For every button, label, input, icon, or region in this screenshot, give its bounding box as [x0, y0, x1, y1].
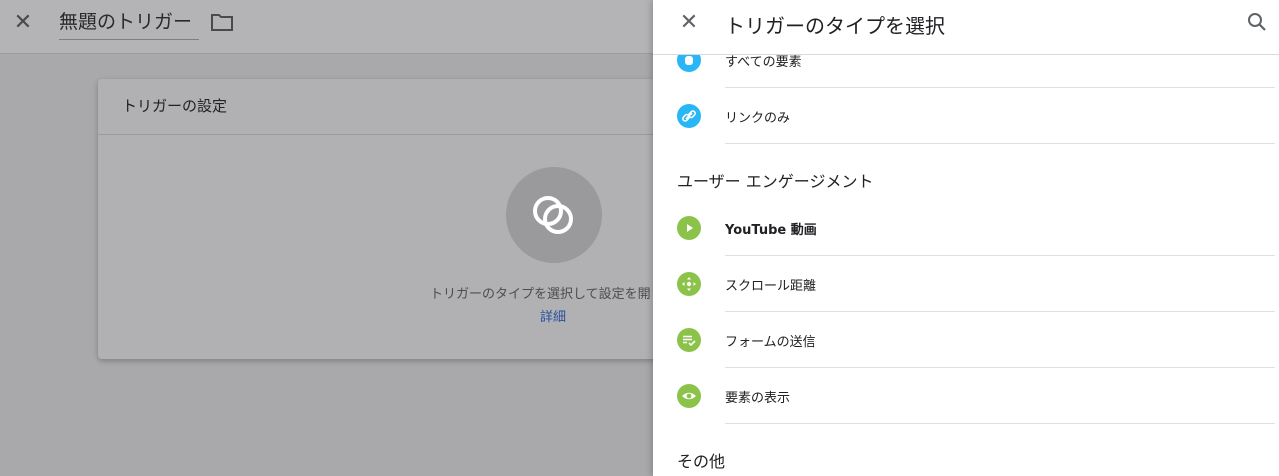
search-icon[interactable] [1246, 11, 1268, 33]
panel-header: ✕ トリガーのタイプを選択 [653, 0, 1279, 55]
trigger-type-panel: すべての要素 リンクのみ ユーザー エンゲージメント YouTube 動画 スク… [653, 0, 1279, 476]
close-icon[interactable]: ✕ [675, 9, 703, 37]
learn-more-link[interactable]: 詳細 [540, 306, 566, 325]
section-heading-other: その他 [677, 452, 726, 471]
move-icon [677, 272, 701, 296]
list-item-links-only[interactable]: リンクのみ [653, 88, 1275, 144]
list-item-label: 要素の表示 [725, 391, 791, 406]
card-title: トリガーの設定 [122, 97, 228, 115]
card-description: トリガーのタイプを選択して設定を開 [430, 287, 651, 302]
divider [725, 423, 1275, 424]
play-icon [677, 216, 701, 240]
section-heading-engagement: ユーザー エンゲージメント [677, 172, 874, 191]
gtm-trigger-editor: ✕ 無題のトリガー トリガーの設定 トリガーのタイプを選択して設定を開 詳細 す… [0, 0, 1279, 476]
list-item-form-submission[interactable]: フォームの送信 [653, 312, 1275, 368]
list-item-label: スクロール距離 [725, 279, 817, 294]
card-header: トリガーの設定 [98, 79, 718, 135]
list-item-label: リンクのみ [725, 111, 791, 126]
close-icon[interactable]: ✕ [10, 10, 36, 36]
list-item-scroll-depth[interactable]: スクロール距離 [653, 256, 1275, 312]
divider [725, 143, 1275, 144]
list-item-label: YouTube 動画 [725, 223, 817, 238]
list-item-label: フォームの送信 [725, 335, 816, 350]
trigger-placeholder-icon[interactable] [506, 167, 602, 263]
trigger-type-list[interactable]: すべての要素 リンクのみ ユーザー エンゲージメント YouTube 動画 スク… [653, 0, 1275, 476]
list-item-element-visibility[interactable]: 要素の表示 [653, 368, 1275, 424]
trigger-config-card: トリガーの設定 トリガーのタイプを選択して設定を開 詳細 [98, 79, 718, 359]
eye-icon [677, 384, 701, 408]
link-icon [677, 104, 701, 128]
list-item-youtube-video[interactable]: YouTube 動画 [653, 200, 1275, 256]
form-check-icon [677, 328, 701, 352]
trigger-name-input[interactable]: 無題のトリガー [59, 10, 199, 40]
folder-icon[interactable] [210, 11, 234, 33]
panel-title: トリガーのタイプを選択 [725, 14, 945, 38]
